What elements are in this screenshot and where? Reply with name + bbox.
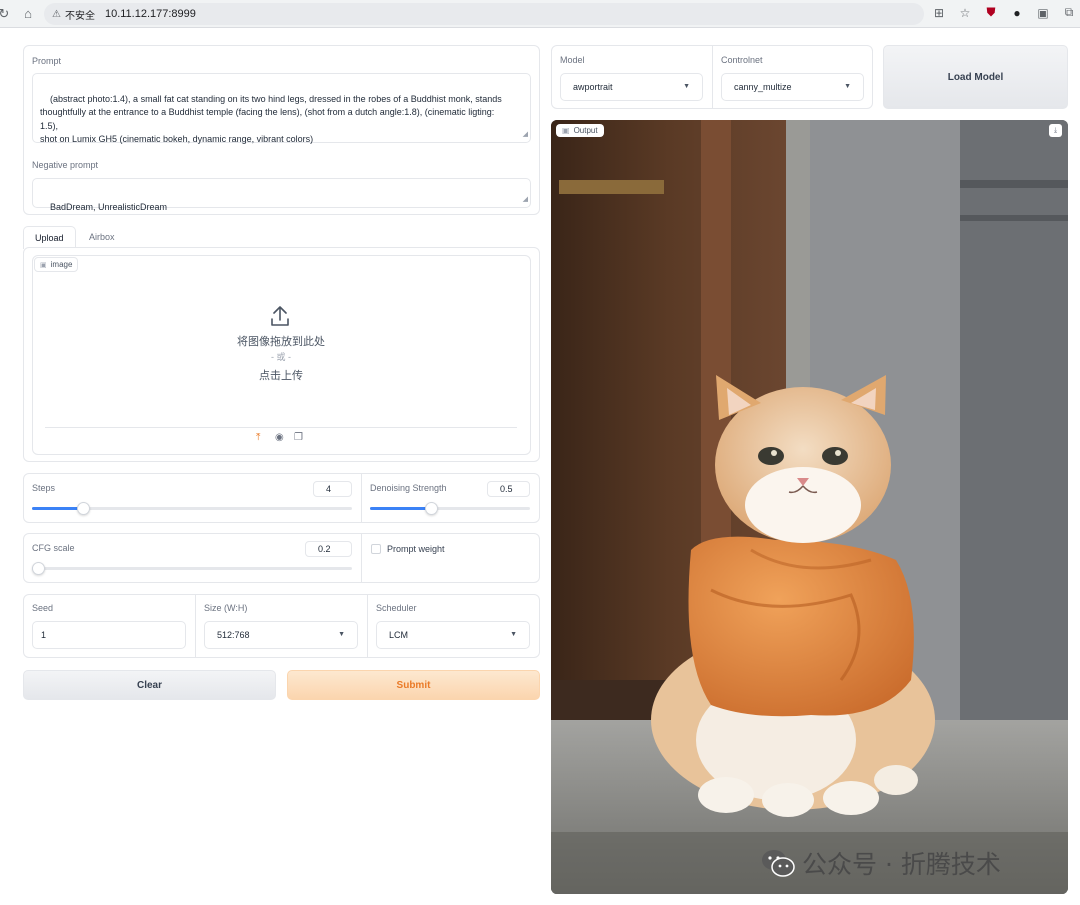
chevron-down-icon: ▼	[683, 83, 690, 90]
webcam-source-icon[interactable]: ◉	[275, 432, 284, 443]
chevron-down-icon: ▼	[510, 631, 517, 638]
size-dropdown[interactable]: 512:768 ▼	[204, 621, 358, 649]
address-bar[interactable]: ⚠ 不安全 10.11.12.177:8999	[44, 3, 924, 25]
submit-button[interactable]: Submit	[287, 670, 540, 700]
upload-icon	[271, 306, 289, 326]
controlnet-label: Controlnet	[721, 55, 763, 65]
generated-cat-image	[551, 120, 1068, 894]
clear-button[interactable]: Clear	[23, 670, 276, 700]
or-divider-text: - 或 -	[271, 352, 291, 362]
model-label: Model	[560, 55, 585, 65]
url-text[interactable]: 10.11.12.177:8999	[105, 8, 196, 20]
size-value: 512:768	[217, 630, 250, 640]
upload-source-icon[interactable]: ⤒	[256, 432, 260, 443]
denoising-slider[interactable]	[370, 502, 530, 515]
steps-number-input[interactable]: 4	[313, 481, 352, 497]
seed-input[interactable]: 1	[32, 621, 186, 649]
home-icon[interactable]: ⌂	[20, 6, 36, 21]
tab-upload[interactable]: Upload	[23, 226, 76, 249]
sidebar-icon[interactable]: ⧉	[1062, 5, 1076, 20]
ublock-extension-icon[interactable]: ⛊	[984, 5, 998, 20]
controlnet-dropdown[interactable]: canny_multize ▼	[721, 73, 864, 101]
image-icon: ▣	[40, 261, 47, 269]
size-label: Size (W:H)	[204, 603, 248, 613]
model-dropdown[interactable]: awportrait ▼	[560, 73, 703, 101]
tab-airbox[interactable]: Airbox	[78, 226, 126, 248]
prompt-weight-label[interactable]: Prompt weight	[387, 544, 445, 554]
seed-label: Seed	[32, 603, 54, 613]
drop-hint: 将图像拖放到此处	[237, 336, 325, 348]
panel-divider	[195, 595, 196, 657]
scheduler-value: LCM	[389, 630, 409, 640]
prompt-panel: Prompt (abstract photo:1.4), a small fat…	[23, 45, 540, 215]
panel-divider	[712, 46, 713, 108]
wechat-logo-icon	[762, 850, 795, 877]
chevron-down-icon: ▼	[338, 631, 345, 638]
clipboard-source-icon[interactable]: ❐	[294, 432, 303, 443]
image-icon: ▣	[562, 126, 570, 135]
dropzone-divider	[45, 427, 517, 428]
negative-prompt-textarea[interactable]: BadDream, UnrealisticDream ◢	[32, 178, 531, 212]
steps-label: Steps	[32, 483, 56, 493]
negative-prompt-label: Negative prompt	[32, 160, 99, 170]
wechat-watermark: 公众号 · 折腾技术	[760, 845, 1001, 881]
sampler-panel	[23, 473, 540, 523]
cfg-panel	[23, 533, 540, 583]
security-label: 不安全	[64, 10, 95, 22]
resize-handle-icon[interactable]: ◢	[523, 193, 528, 207]
denoising-label: Denoising Strength	[370, 483, 447, 493]
browser-toolbar: ↻ ⌂ ⚠ 不安全 10.11.12.177:8999 ⊞ ☆ ⛊ ● ▣ ⧉	[0, 0, 1080, 28]
model-value: awportrait	[573, 82, 613, 92]
output-tag-label: Output	[573, 126, 598, 135]
scheduler-dropdown[interactable]: LCM ▼	[376, 621, 530, 649]
extension-icon[interactable]: ●	[1010, 6, 1024, 20]
cfg-slider[interactable]	[32, 562, 352, 575]
negative-prompt-text: BadDream, UnrealisticDream	[50, 201, 168, 212]
panel-divider	[367, 595, 368, 657]
prompt-label: Prompt	[32, 56, 62, 66]
prompt-weight-checkbox[interactable]	[371, 544, 381, 554]
click-upload-text[interactable]: 点击上传	[32, 367, 530, 383]
resize-handle-icon[interactable]: ◢	[523, 128, 528, 142]
translate-icon[interactable]: ⊞	[932, 6, 946, 20]
prompt-text: (abstract photo:1.4), a small fat cat st…	[40, 93, 502, 145]
cfg-label: CFG scale	[32, 543, 75, 553]
bookmark-star-icon[interactable]: ☆	[958, 6, 972, 20]
watermark-text: 公众号 · 折腾技术	[802, 850, 1001, 879]
image-tag-label: image	[50, 260, 73, 269]
denoising-number-input[interactable]: 0.5	[487, 481, 530, 497]
reload-icon[interactable]: ↻	[0, 6, 12, 22]
controlnet-value: canny_multize	[734, 82, 792, 92]
extension-puzzle-icon[interactable]: ▣	[1036, 6, 1050, 20]
prompt-textarea[interactable]: (abstract photo:1.4), a small fat cat st…	[32, 73, 531, 145]
scheduler-label: Scheduler	[376, 603, 417, 613]
warning-icon: ⚠	[52, 8, 61, 20]
panel-divider	[361, 534, 362, 582]
download-icon[interactable]: ⤓	[1049, 124, 1062, 137]
steps-slider-fill	[32, 507, 84, 510]
chevron-down-icon: ▼	[844, 83, 851, 90]
steps-slider[interactable]	[32, 502, 352, 515]
cfg-number-input[interactable]: 0.2	[305, 541, 352, 557]
load-model-button[interactable]: Load Model	[883, 45, 1068, 109]
denoising-slider-fill	[370, 507, 431, 510]
output-tag: ▣ Output	[556, 124, 604, 137]
panel-divider	[361, 474, 362, 522]
image-tag: ▣ image	[34, 257, 79, 272]
denoising-slider-thumb[interactable]	[424, 502, 438, 515]
output-image-panel: ▣ Output ⤓	[551, 120, 1068, 894]
